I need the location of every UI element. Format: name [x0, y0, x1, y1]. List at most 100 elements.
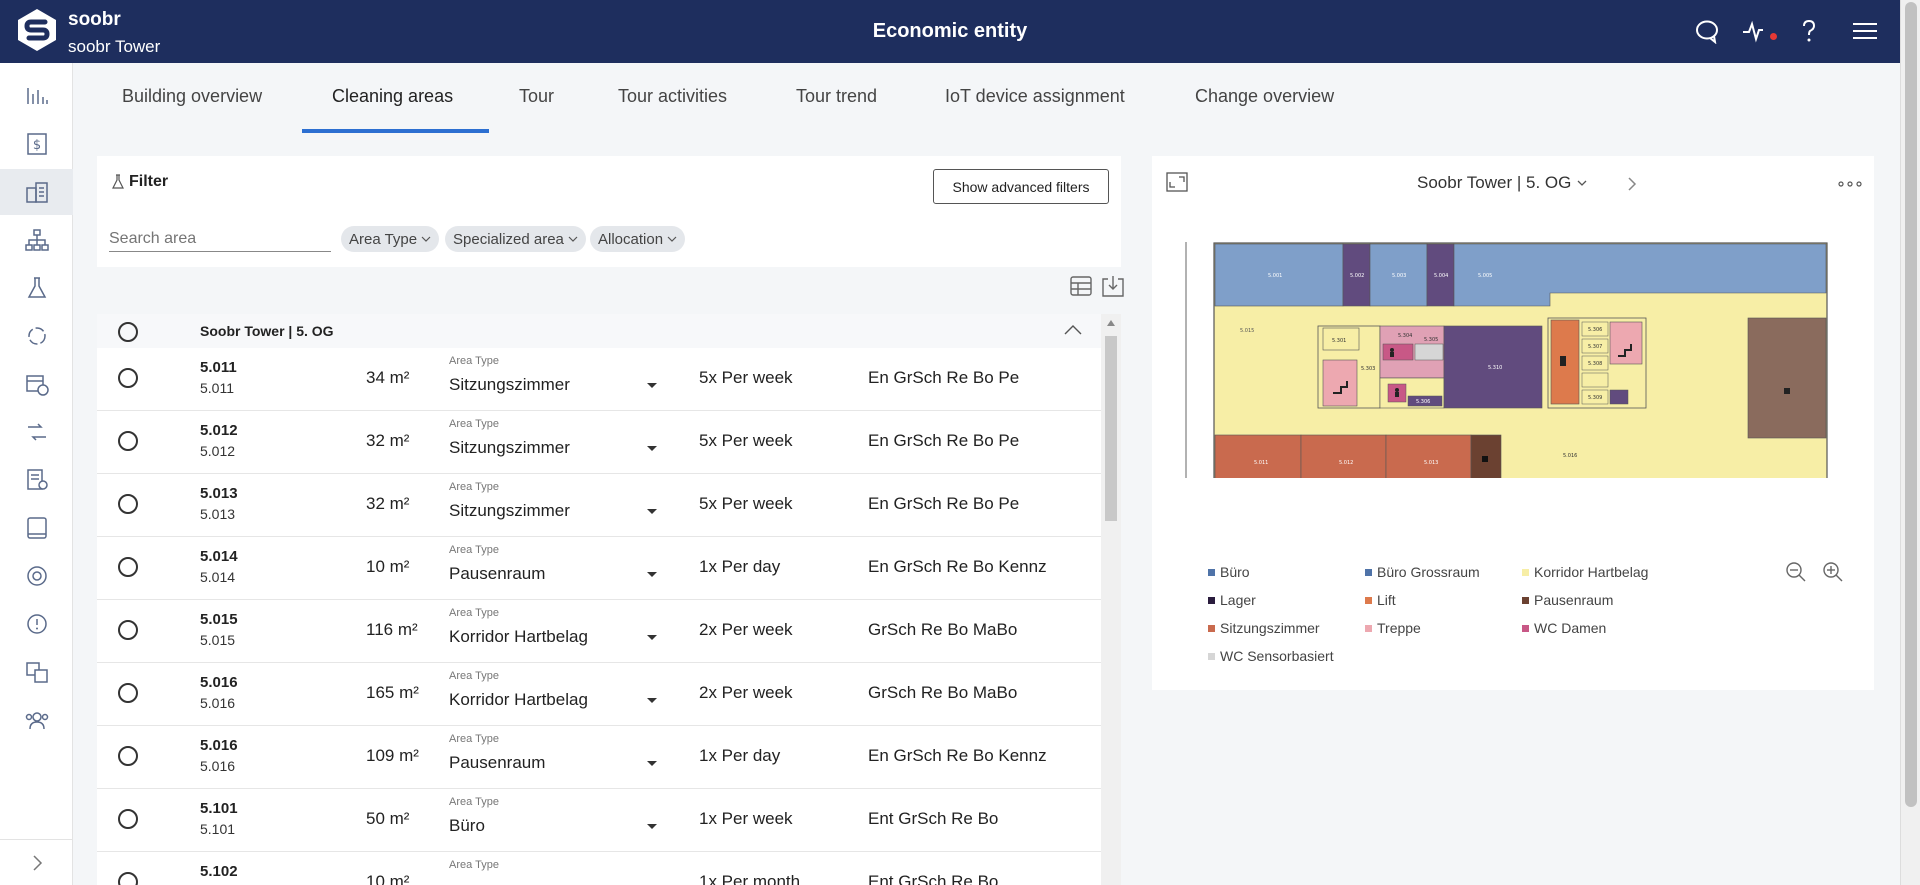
page-scrollbar[interactable] [1900, 0, 1920, 885]
tab-cleaning-areas[interactable]: Cleaning areas [332, 86, 453, 107]
stairs-right[interactable] [1609, 321, 1643, 365]
filter-chip-allocation[interactable]: Allocation [590, 226, 686, 252]
room-label: 5.305 [1424, 337, 1438, 343]
sidebar-item-costs[interactable]: $ [0, 121, 73, 167]
table-row[interactable]: 5.016 5.016 109 m² Area Type Pausenraum … [97, 726, 1101, 789]
caret-down-icon[interactable] [647, 383, 657, 388]
area-type-select[interactable]: Korridor Hartbelag [449, 690, 588, 710]
sidebar-item-lab[interactable] [0, 265, 73, 311]
area-type-select[interactable]: Korridor Hartbelag [449, 627, 588, 647]
caret-down-icon[interactable] [647, 698, 657, 703]
caret-down-icon[interactable] [647, 509, 657, 514]
sidebar-item-cycle[interactable] [0, 313, 73, 359]
room-5-013[interactable] [1385, 434, 1472, 478]
area-type-select[interactable]: Sitzungszimmer [449, 438, 570, 458]
sidebar-item-schedule[interactable] [0, 361, 73, 407]
tab-tour[interactable]: Tour [519, 86, 554, 107]
sidebar-expand-button[interactable] [0, 839, 73, 885]
table-row[interactable]: 5.012 5.012 32 m² Area Type Sitzungszimm… [97, 411, 1101, 474]
area-id: 5.012 [200, 422, 238, 439]
room-label: 5.011 [1254, 460, 1268, 466]
room-5-011[interactable] [1214, 434, 1302, 478]
legend-item: Büro Grossraum [1365, 564, 1480, 580]
list-scrollbar[interactable] [1101, 314, 1121, 885]
sidebar-item-reports[interactable] [0, 457, 73, 503]
cleaning-frequency: 5x Per week [699, 494, 793, 513]
tab-tour-activities[interactable]: Tour activities [618, 86, 727, 107]
table-row[interactable]: 5.013 5.013 32 m² Area Type Sitzungszimm… [97, 474, 1101, 537]
table-row[interactable]: 5.016 5.016 165 m² Area Type Korridor Ha… [97, 663, 1101, 726]
row-radio[interactable] [118, 872, 138, 885]
zoom-out-icon[interactable] [1785, 561, 1807, 583]
show-advanced-filters-button[interactable]: Show advanced filters [933, 169, 1109, 204]
tab-iot-device-assignment[interactable]: IoT device assignment [945, 86, 1125, 107]
room-pausenraum-right[interactable] [1747, 317, 1827, 439]
caret-down-icon[interactable] [647, 824, 657, 829]
caret-down-icon[interactable] [647, 572, 657, 577]
sidebar-item-target[interactable] [0, 553, 73, 599]
area-type-select[interactable]: Pausenraum [449, 564, 545, 584]
legend-label: Büro [1220, 564, 1250, 580]
floor-plan[interactable]: 5.001 5.002 5.003 5.004 5.005 5.015 5.30… [1178, 238, 1858, 478]
tab-change-overview[interactable]: Change overview [1195, 86, 1334, 107]
group-radio[interactable] [118, 322, 138, 342]
row-radio[interactable] [118, 494, 138, 514]
filter-chip-area-type[interactable]: Area Type [341, 226, 440, 252]
sidebar-item-transfer[interactable] [0, 409, 73, 455]
scroll-up-arrow-icon[interactable] [1106, 319, 1116, 327]
caret-down-icon[interactable] [647, 446, 657, 451]
list-scroll-thumb[interactable] [1105, 336, 1117, 521]
expand-icon[interactable] [1166, 172, 1188, 192]
activity-icon[interactable] [1742, 18, 1777, 44]
row-radio[interactable] [118, 557, 138, 577]
floor-selector[interactable]: Soobr Tower | 5. OG [1417, 173, 1588, 193]
row-radio[interactable] [118, 368, 138, 388]
chat-icon[interactable] [1694, 18, 1720, 44]
row-radio[interactable] [118, 620, 138, 640]
search-area-input[interactable] [109, 226, 331, 252]
area-type-select[interactable]: Pausenraum [449, 753, 545, 773]
sidebar-item-hierarchy[interactable] [0, 217, 73, 263]
chevron-up-icon[interactable] [1063, 322, 1083, 338]
row-radio[interactable] [118, 746, 138, 766]
legend-label: Büro Grossraum [1377, 564, 1480, 580]
table-row[interactable]: 5.101 5.101 50 m² Area Type Büro 1x Per … [97, 789, 1101, 852]
menu-icon[interactable] [1852, 18, 1878, 44]
caret-down-icon[interactable] [647, 635, 657, 640]
tab-building-overview[interactable]: Building overview [122, 86, 262, 107]
sidebar-item-devices[interactable] [0, 505, 73, 551]
sidebar-item-buildings[interactable] [0, 169, 73, 215]
help-icon[interactable] [1796, 18, 1822, 44]
table-row[interactable]: 5.014 5.014 10 m² Area Type Pausenraum 1… [97, 537, 1101, 600]
service-codes: En GrSch Re Bo Kennz [868, 746, 1047, 765]
row-radio[interactable] [118, 683, 138, 703]
sidebar-item-users[interactable] [0, 697, 73, 743]
area-type-select[interactable]: Büro [449, 816, 485, 836]
group-header-row[interactable]: Soobr Tower | 5. OG [97, 314, 1121, 348]
filter-panel: Filter Show advanced filters Area Type S… [97, 156, 1121, 267]
sidebar-item-analytics[interactable] [0, 73, 73, 119]
caret-down-icon[interactable] [647, 761, 657, 766]
table-row[interactable]: 5.102 10 m² Area Type 1x Per month Ent G… [97, 852, 1101, 885]
download-icon[interactable] [1102, 275, 1124, 302]
area-type-select[interactable]: Sitzungszimmer [449, 501, 570, 521]
room-label: 5.304 [1398, 333, 1412, 339]
table-view-icon[interactable] [1070, 275, 1092, 302]
row-radio[interactable] [118, 431, 138, 451]
flask-icon [112, 174, 124, 189]
legend-label: WC Damen [1534, 620, 1607, 636]
sidebar-item-alerts[interactable] [0, 601, 73, 647]
room-5-012[interactable] [1300, 434, 1387, 478]
table-row[interactable]: 5.015 5.015 116 m² Area Type Korridor Ha… [97, 600, 1101, 663]
zoom-in-icon[interactable] [1822, 561, 1844, 583]
sidebar-item-translations[interactable] [0, 649, 73, 695]
row-radio[interactable] [118, 809, 138, 829]
tab-tour-trend[interactable]: Tour trend [796, 86, 877, 107]
stairs-left[interactable] [1322, 359, 1358, 407]
table-row[interactable]: 5.011 5.011 34 m² Area Type Sitzungszimm… [97, 348, 1101, 411]
page-scroll-thumb[interactable] [1905, 2, 1917, 807]
more-options-icon[interactable] [1838, 180, 1862, 188]
area-type-select[interactable]: Sitzungszimmer [449, 375, 570, 395]
filter-chip-specialized-area[interactable]: Specialized area [445, 226, 586, 252]
chevron-right-icon[interactable] [1626, 176, 1638, 192]
